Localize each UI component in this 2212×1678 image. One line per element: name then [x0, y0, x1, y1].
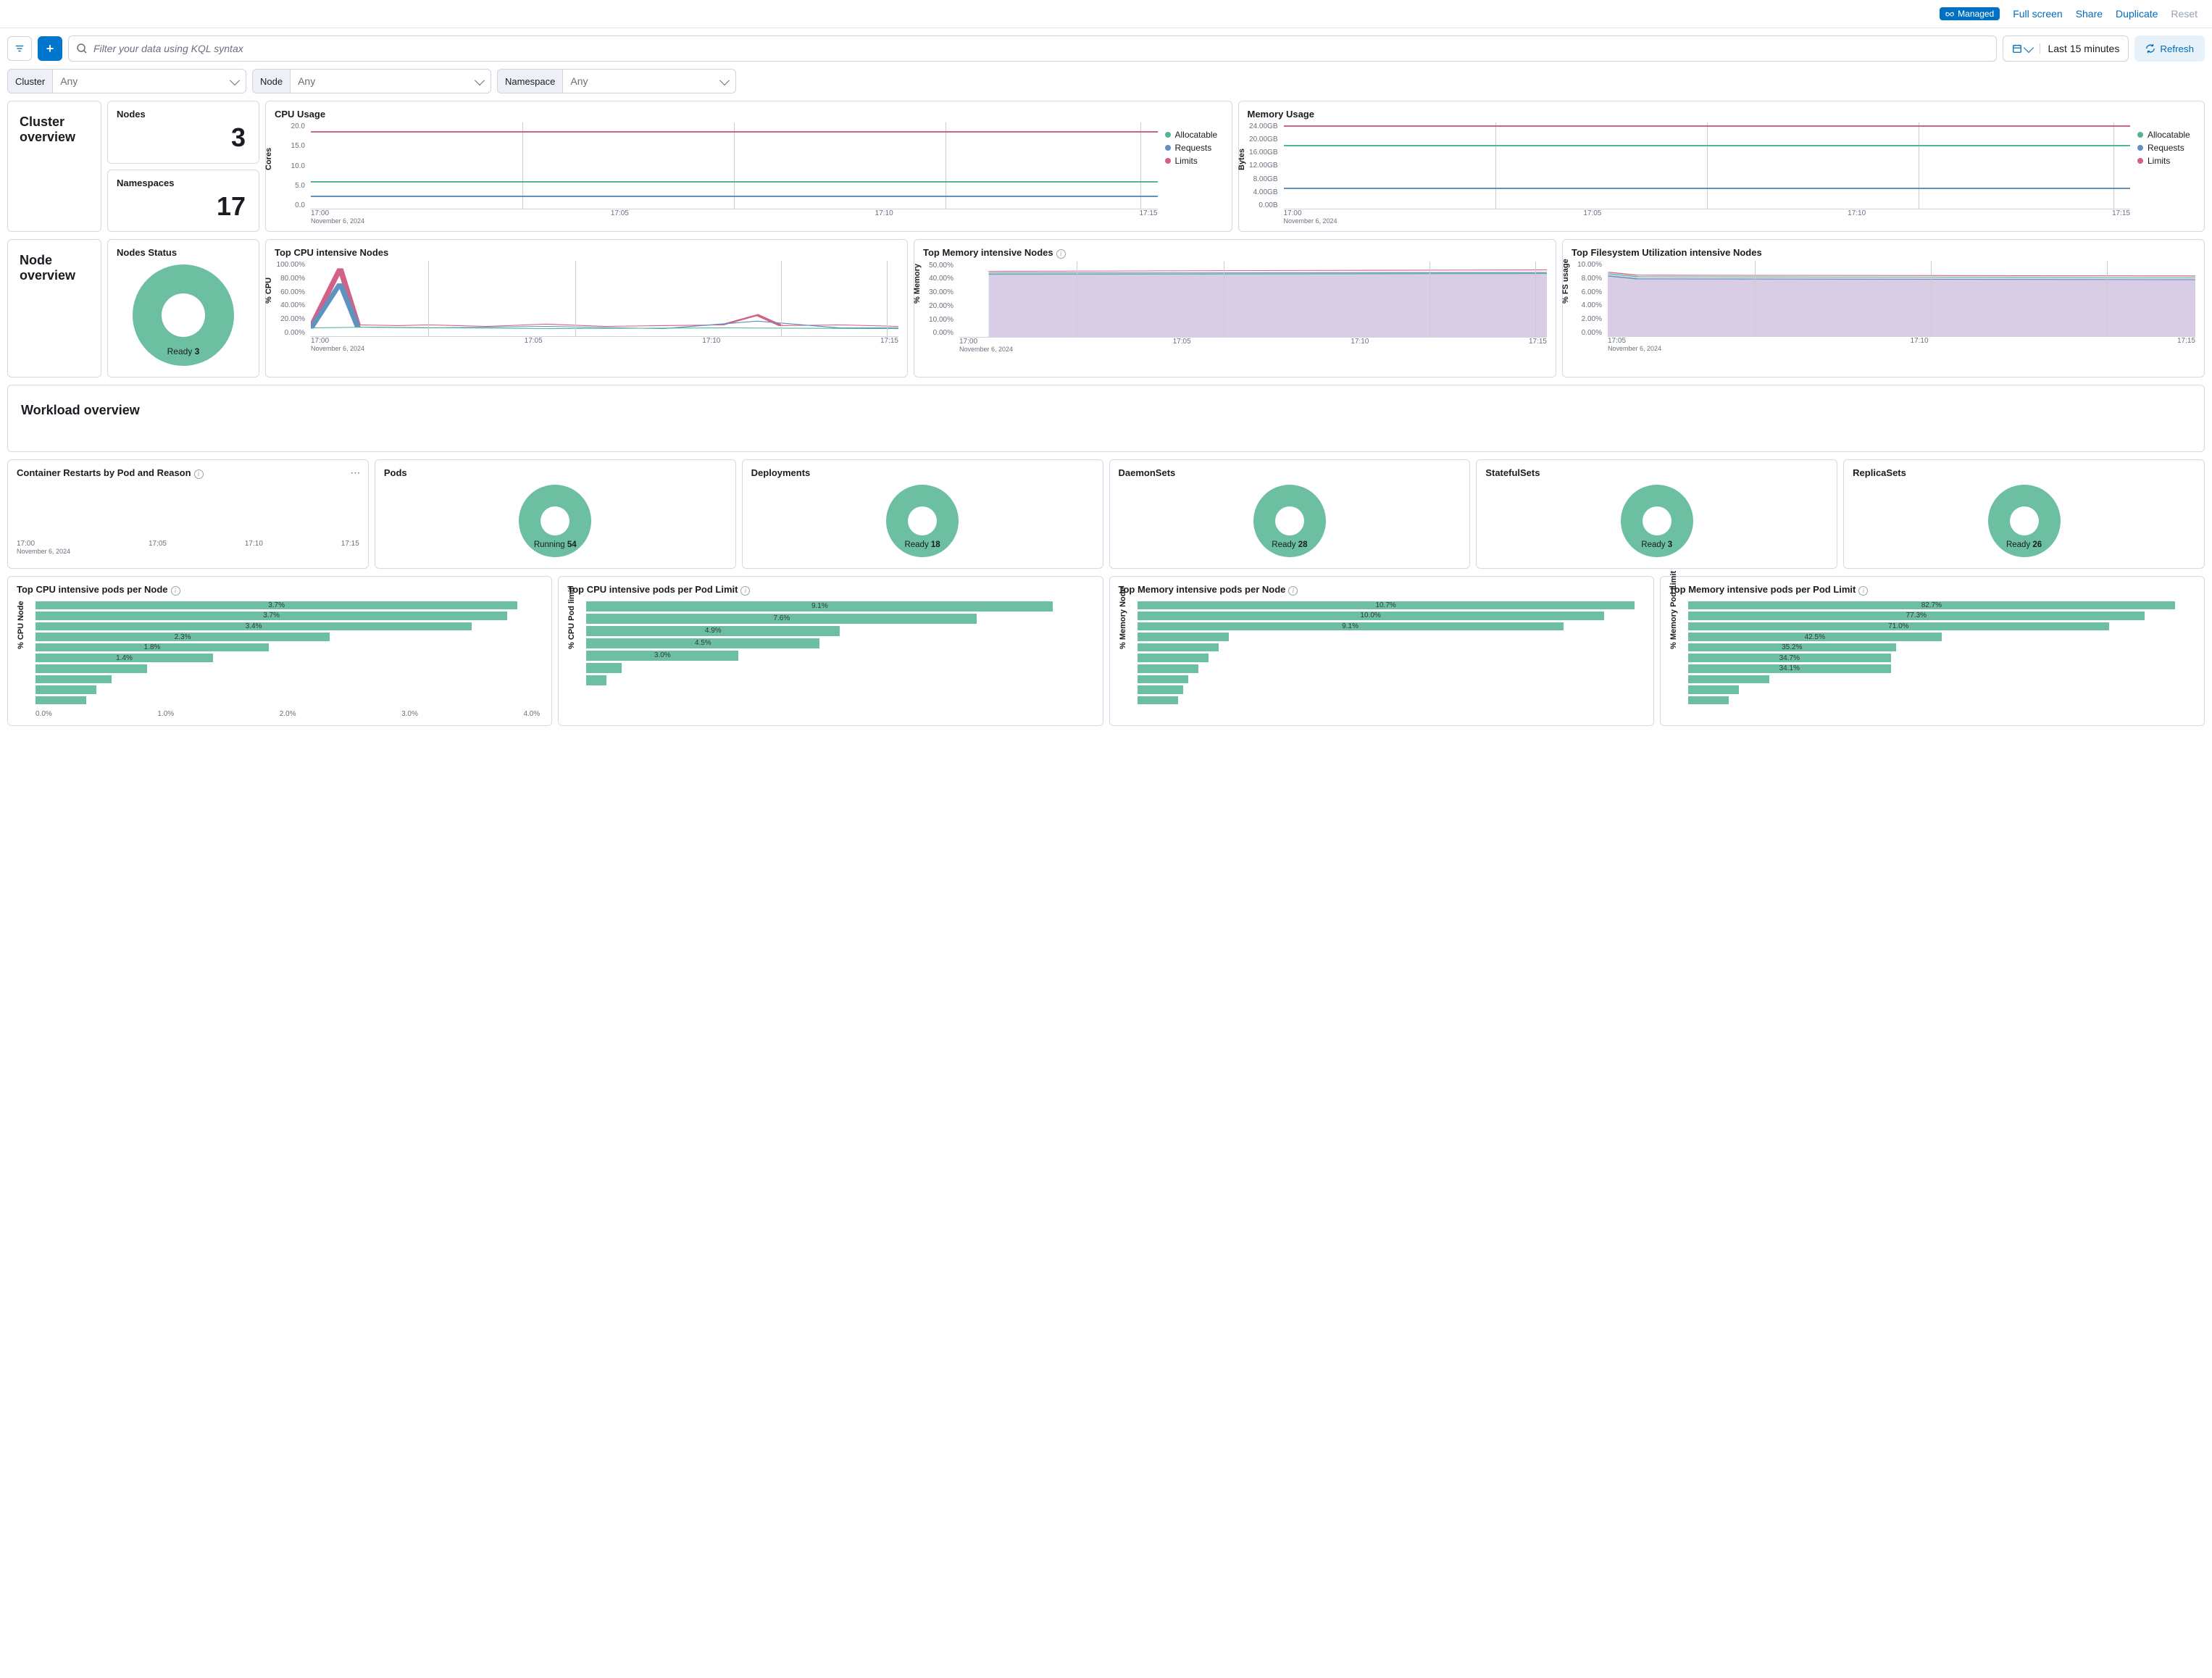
filter-toggle-button[interactable]: [7, 36, 32, 61]
node-overview-row: Node overview Nodes Status Ready 3 Top C…: [0, 239, 2212, 385]
top-fs-nodes-panel[interactable]: Top Filesystem Utilization intensive Nod…: [1562, 239, 2205, 377]
glasses-icon: [1945, 9, 1954, 18]
chevron-down-icon: [230, 75, 240, 85]
cpu_pods_limit-panel[interactable]: Top CPU intensive pods per Pod Limiti % …: [558, 576, 1103, 726]
replicasets-panel[interactable]: ReplicaSets Ready 26: [1843, 459, 2205, 569]
info-icon[interactable]: i: [1858, 586, 1868, 596]
managed-badge: Managed: [1940, 7, 2000, 20]
legend: AllocatableRequestsLimits: [1165, 122, 1223, 224]
filter-namespace[interactable]: Namespace Any: [497, 69, 736, 93]
search-icon: [76, 43, 88, 54]
top-cpu-nodes-panel[interactable]: Top CPU intensive Nodes % CPU 100.00%80.…: [265, 239, 908, 377]
workload-donuts-row: ⋯ Container Restarts by Pod and Reasoni …: [0, 459, 2212, 576]
node-overview-title: Node overview: [7, 239, 101, 377]
calendar-icon: [2012, 43, 2022, 54]
plus-icon: +: [46, 42, 54, 55]
hbar-list: 9.1%7.6%4.9%4.5%3.0%: [586, 598, 1093, 705]
filter-icon: [14, 43, 25, 54]
namespaces-count: 17: [117, 191, 250, 222]
area-chart: [959, 262, 1547, 337]
info-icon[interactable]: i: [740, 586, 750, 596]
duplicate-link[interactable]: Duplicate: [2116, 8, 2158, 20]
filter-node[interactable]: Node Any: [252, 69, 491, 93]
cpu-usage-panel[interactable]: CPU Usage Cores 20.015.010.05.00.0 17:00…: [265, 101, 1232, 232]
cluster-overview-title: Cluster overview: [7, 101, 101, 232]
namespaces-metric-panel[interactable]: Namespaces 17: [107, 170, 259, 233]
nodes-metric-panel[interactable]: Nodes 3: [107, 101, 259, 164]
pods-panel[interactable]: Pods Running 54: [375, 459, 736, 569]
top-memory-nodes-panel[interactable]: Top Memory intensive Nodesi % Memory 50.…: [914, 239, 1556, 377]
cluster-overview-row: Cluster overview Nodes 3 Namespaces 17 C…: [0, 101, 2212, 239]
cpu_pods_node-panel[interactable]: Top CPU intensive pods per Nodei % CPU N…: [7, 576, 552, 726]
info-icon[interactable]: i: [171, 586, 180, 596]
toolbar: + Last 15 minutes Refresh: [0, 28, 2212, 69]
search-input-wrap[interactable]: [68, 36, 1997, 62]
fullscreen-link[interactable]: Full screen: [2013, 8, 2062, 20]
statefulsets-panel[interactable]: StatefulSets Ready 3: [1476, 459, 1837, 569]
time-range-picker[interactable]: Last 15 minutes: [2003, 36, 2129, 62]
workload-overview-banner: Workload overview: [7, 385, 2205, 452]
filter-cluster[interactable]: Cluster Any: [7, 69, 246, 93]
share-link[interactable]: Share: [2076, 8, 2103, 20]
deployments-panel[interactable]: Deployments Ready 18: [742, 459, 1103, 569]
time-range-value: Last 15 minutes: [2048, 43, 2119, 54]
nodes-count: 3: [117, 122, 250, 153]
plot-area: [311, 122, 1158, 209]
top-pods-bar-row: Top CPU intensive pods per Nodei % CPU N…: [0, 576, 2212, 733]
mem_pods_node-panel[interactable]: Top Memory intensive pods per Nodei % Me…: [1109, 576, 1654, 726]
container-restarts-panel[interactable]: ⋯ Container Restarts by Pod and Reasoni …: [7, 459, 369, 569]
filters-row: Cluster Any Node Any Namespace Any: [0, 69, 2212, 101]
chevron-down-icon: [719, 75, 730, 85]
mem_pods_limit-panel[interactable]: Top Memory intensive pods per Pod Limiti…: [1660, 576, 2205, 726]
reset-link: Reset: [2171, 8, 2198, 20]
info-icon[interactable]: i: [1056, 249, 1066, 259]
add-filter-button[interactable]: +: [38, 36, 62, 61]
daemonsets-panel[interactable]: DaemonSets Ready 28: [1109, 459, 1471, 569]
memory-usage-panel[interactable]: Memory Usage Bytes 24.00GB20.00GB16.00GB…: [1238, 101, 2205, 232]
page-header: Managed Full screen Share Duplicate Rese…: [0, 0, 2212, 28]
chevron-down-icon: [2024, 42, 2034, 52]
hbar-list: 3.7%3.7%3.4%2.3%1.8%1.4%: [36, 598, 543, 705]
info-icon[interactable]: i: [1288, 586, 1298, 596]
hbar-list: 82.7%77.3%71.0%42.5%35.2%34.7%34.1%: [1688, 598, 2195, 705]
sparkline: [311, 261, 898, 336]
y-axis: 20.015.010.05.00.0: [275, 122, 308, 209]
panel-menu-icon[interactable]: ⋯: [348, 464, 364, 480]
info-icon[interactable]: i: [194, 469, 204, 479]
empty-chart: [17, 482, 359, 540]
refresh-button[interactable]: Refresh: [2134, 36, 2205, 62]
hbar-list: 10.7%10.0%9.1%: [1138, 598, 1645, 705]
kql-search-input[interactable]: [93, 43, 1989, 54]
refresh-icon: [2145, 43, 2155, 54]
legend: AllocatableRequestsLimits: [2137, 122, 2195, 224]
chevron-down-icon: [475, 75, 485, 85]
nodes-status-panel[interactable]: Nodes Status Ready 3: [107, 239, 259, 377]
